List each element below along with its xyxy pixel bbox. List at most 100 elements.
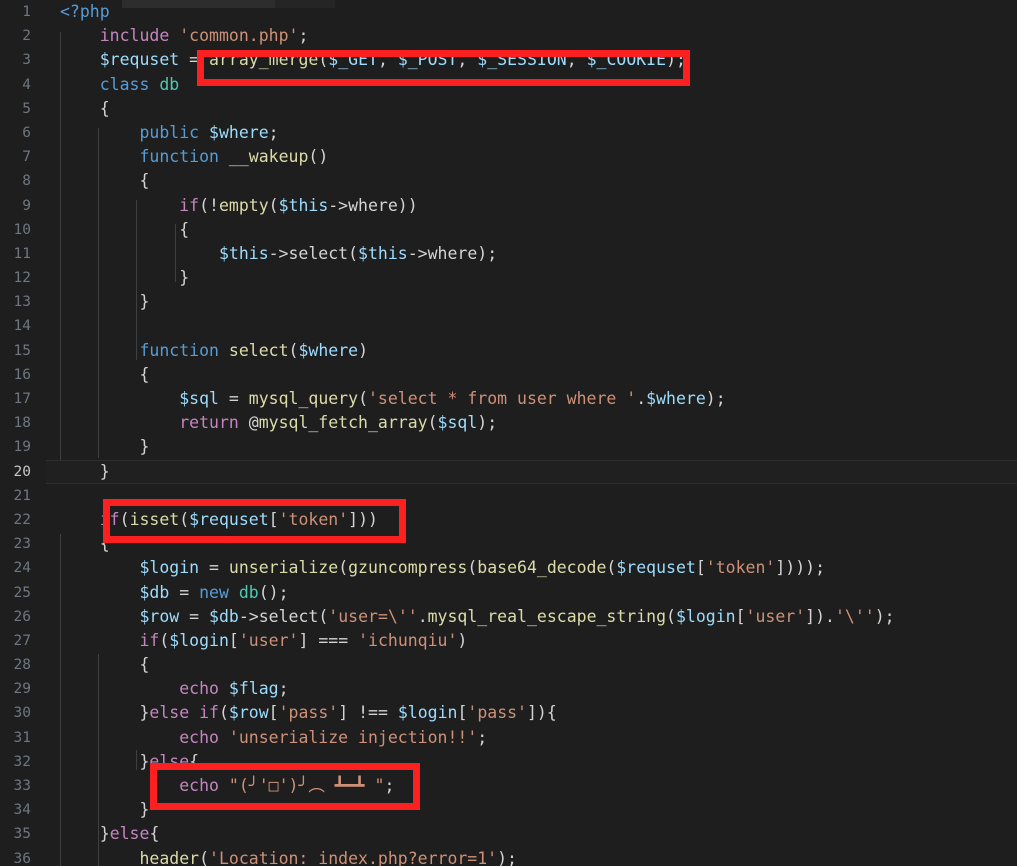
line-number: 28 — [13, 657, 31, 674]
line-content[interactable]: echo 'unserialize injection!!'; — [60, 726, 487, 750]
code-line[interactable]: 31 echo 'unserialize injection!!'; — [0, 726, 1017, 750]
line-content[interactable]: $this->select($this->where); — [60, 242, 497, 266]
line-number: 10 — [13, 221, 31, 238]
line-content[interactable]: }else{ — [60, 750, 199, 774]
code-line[interactable]: 3 $requset = array_merge($_GET, $_POST, … — [0, 48, 1017, 72]
code-line[interactable]: 12 } — [0, 266, 1017, 290]
line-number: 1 — [22, 4, 31, 20]
line-content[interactable]: $sql = mysql_query('select * from user w… — [60, 387, 725, 411]
line-content[interactable]: { — [60, 169, 149, 193]
line-number: 16 — [13, 366, 31, 383]
line-number: 32 — [13, 753, 31, 770]
line-content[interactable]: { — [60, 532, 110, 556]
code-line[interactable]: 17 $sql = mysql_query('select * from use… — [0, 387, 1017, 411]
line-content[interactable]: header('Location: index.php?error=1'); — [60, 847, 517, 866]
code-line[interactable]: 29 echo $flag; — [0, 677, 1017, 701]
line-number: 19 — [13, 439, 31, 456]
code-line[interactable]: 22 if(isset($requset['token'])) — [0, 508, 1017, 532]
line-number: 11 — [13, 245, 31, 262]
code-line[interactable]: 23 { — [0, 532, 1017, 556]
line-number: 35 — [13, 826, 31, 843]
line-number: 13 — [13, 294, 31, 311]
line-content[interactable]: } — [60, 266, 189, 290]
code-line[interactable]: 24 $login = unserialize(gzuncompress(bas… — [0, 556, 1017, 580]
code-line[interactable]: 16 { — [0, 363, 1017, 387]
code-line[interactable]: 27 if($login['user'] === 'ichunqiu') — [0, 629, 1017, 653]
code-editor[interactable]: 1 <?php 2 include 'common.php'; 3 $requs… — [0, 0, 1017, 866]
code-line[interactable]: 19 } — [0, 435, 1017, 459]
code-line[interactable]: 32 }else{ — [0, 750, 1017, 774]
line-number: 36 — [13, 850, 31, 866]
code-line[interactable]: 6 public $where; — [0, 121, 1017, 145]
line-number: 9 — [22, 197, 31, 214]
code-line[interactable]: 10 { — [0, 218, 1017, 242]
code-line[interactable]: 35 }else{ — [0, 822, 1017, 846]
line-number: 18 — [13, 415, 31, 432]
line-content[interactable]: class db — [60, 73, 179, 97]
line-number: 14 — [13, 318, 31, 335]
code-line[interactable]: 30 }else if($row['pass'] !== $login['pas… — [0, 701, 1017, 725]
line-content[interactable]: } — [60, 460, 110, 484]
code-line[interactable]: 33 echo "(╯'□')╯︵ ┻━┻ "; — [0, 774, 1017, 798]
code-line[interactable]: 18 return @mysql_fetch_array($sql); — [0, 411, 1017, 435]
code-line[interactable]: 7 function __wakeup() — [0, 145, 1017, 169]
line-content[interactable]: { — [60, 218, 189, 242]
line-number: 22 — [13, 511, 31, 528]
line-content[interactable]: include 'common.php'; — [60, 24, 309, 48]
line-content[interactable]: { — [60, 363, 149, 387]
line-content[interactable]: } — [60, 435, 149, 459]
line-number: 33 — [13, 778, 31, 794]
line-number: 26 — [13, 608, 31, 625]
code-line[interactable]: 15 function select($where) — [0, 339, 1017, 363]
code-line[interactable]: 1 <?php — [0, 0, 1017, 24]
line-number: 29 — [13, 681, 31, 698]
line-number: 2 — [22, 28, 31, 45]
line-content[interactable]: function select($where) — [60, 339, 368, 363]
line-number: 12 — [13, 270, 31, 287]
line-content[interactable]: $row = $db->select('user=\''.mysql_real_… — [60, 605, 894, 629]
line-content[interactable]: }else if($row['pass'] !== $login['pass']… — [60, 701, 556, 725]
line-content[interactable]: { — [60, 97, 110, 121]
code-line[interactable]: 25 $db = new db(); — [0, 581, 1017, 605]
line-number: 20 — [13, 463, 31, 480]
line-content[interactable]: { — [60, 653, 149, 677]
line-content[interactable]: if($login['user'] === 'ichunqiu') — [60, 629, 467, 653]
line-number: 7 — [22, 149, 31, 166]
line-number: 3 — [22, 52, 31, 69]
line-content[interactable]: echo "(╯'□')╯︵ ┻━┻ "; — [60, 774, 394, 798]
code-line[interactable]: 9 if(!empty($this->where)) — [0, 194, 1017, 218]
code-line[interactable]: 14 — [0, 314, 1017, 338]
code-line[interactable]: 11 $this->select($this->where); — [0, 242, 1017, 266]
code-line[interactable]: 2 include 'common.php'; — [0, 24, 1017, 48]
code-line[interactable]: 26 $row = $db->select('user=\''.mysql_re… — [0, 605, 1017, 629]
line-number: 30 — [13, 705, 31, 722]
line-content[interactable]: $login = unserialize(gzuncompress(base64… — [60, 556, 825, 580]
line-content[interactable]: echo $flag; — [60, 677, 288, 701]
line-number: 31 — [13, 729, 31, 746]
line-content[interactable]: }else{ — [60, 822, 160, 846]
line-content[interactable]: if(!empty($this->where)) — [60, 194, 417, 218]
line-number: 5 — [22, 100, 31, 117]
line-content[interactable]: $db = new db(); — [60, 581, 288, 605]
line-content[interactable]: } — [60, 798, 149, 822]
code-line[interactable]: 4 class db — [0, 73, 1017, 97]
code-line[interactable]: 21 — [0, 484, 1017, 508]
code-line[interactable]: 28 { — [0, 653, 1017, 677]
code-line[interactable]: 36 header('Location: index.php?error=1')… — [0, 847, 1017, 866]
line-content[interactable]: return @mysql_fetch_array($sql); — [60, 411, 497, 435]
line-number: 4 — [22, 76, 31, 93]
code-line[interactable]: 5 { — [0, 97, 1017, 121]
line-number: 15 — [13, 342, 31, 359]
line-content[interactable]: $requset = array_merge($_GET, $_POST, $_… — [60, 48, 686, 72]
line-content[interactable]: } — [60, 290, 149, 314]
line-content[interactable]: <?php — [60, 0, 110, 24]
line-content[interactable]: public $where; — [60, 121, 278, 145]
line-content[interactable]: if(isset($requset['token'])) — [60, 508, 378, 532]
line-number: 21 — [13, 487, 31, 504]
code-line[interactable]: 34 } — [0, 798, 1017, 822]
line-content[interactable]: function __wakeup() — [60, 145, 328, 169]
code-line-active[interactable]: 20 } — [0, 459, 1017, 484]
code-line[interactable]: 8 { — [0, 169, 1017, 193]
code-line[interactable]: 13 } — [0, 290, 1017, 314]
code-lines[interactable]: 1 <?php 2 include 'common.php'; 3 $requs… — [0, 0, 1017, 866]
